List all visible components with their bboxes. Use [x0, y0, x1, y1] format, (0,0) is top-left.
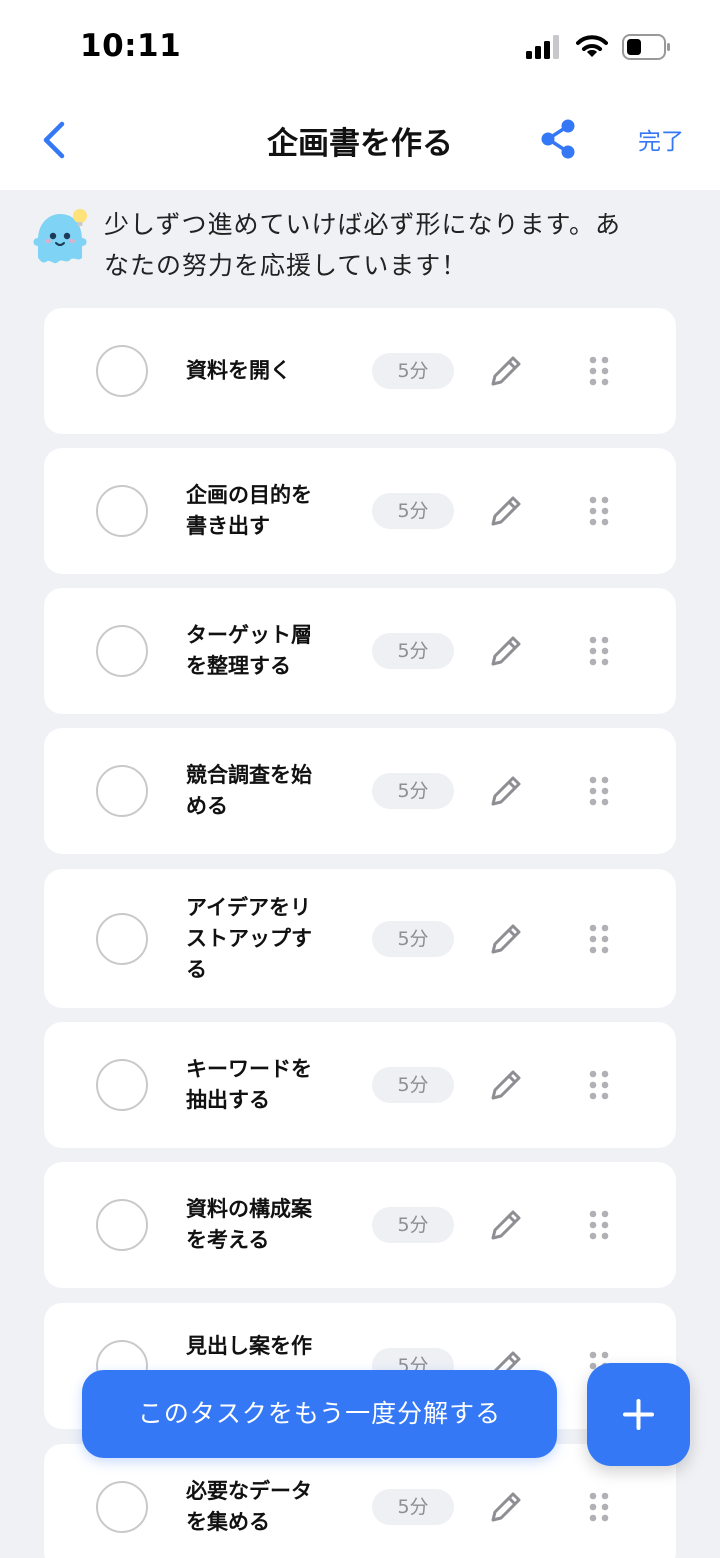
task-card[interactable]: 必要なデータ を集める 5分	[44, 1444, 676, 1558]
task-title-line: を考える	[186, 1228, 270, 1252]
redo-breakdown-button[interactable]: このタスクをもう一度分解する	[82, 1370, 557, 1458]
task-title: ターゲット層 を整理する	[186, 620, 346, 682]
task-title-line: 書き出す	[186, 514, 270, 538]
task-card[interactable]: 資料の構成案 を考える 5分	[44, 1162, 676, 1288]
task-title: 企画の目的を 書き出す	[186, 480, 346, 542]
task-title: 必要なデータ を集める	[186, 1476, 346, 1538]
nav-bar: 企画書を作る 完了	[0, 96, 720, 190]
drag-handle-icon[interactable]	[588, 635, 610, 667]
time-estimate-badge: 5分	[372, 920, 454, 957]
time-estimate-badge: 5分	[372, 493, 454, 529]
encouragement-banner: 少しずつ進めていけば必ず形になります。あ なたの努力を応援しています！	[30, 204, 690, 290]
task-title: 見出し案を作	[186, 1331, 346, 1362]
task-title-line: ストアップす	[186, 926, 312, 950]
add-task-button[interactable]	[587, 1363, 690, 1466]
pencil-icon[interactable]	[488, 633, 524, 669]
pencil-icon[interactable]	[488, 493, 524, 529]
cellular-signal-icon	[526, 35, 559, 59]
pencil-icon[interactable]	[488, 1067, 524, 1103]
task-title: キーワードを 抽出する	[186, 1054, 346, 1116]
time-estimate-badge: 5分	[372, 773, 454, 809]
task-title-line: 必要なデータ	[186, 1479, 312, 1503]
time-estimate-badge: 5分	[372, 1067, 454, 1103]
task-title-line: 見出し案を作	[186, 1334, 312, 1358]
task-checkbox[interactable]	[96, 1481, 148, 1533]
task-checkbox[interactable]	[96, 1199, 148, 1251]
drag-handle-icon[interactable]	[588, 355, 610, 387]
status-bar: 10:11	[0, 0, 720, 96]
task-checkbox[interactable]	[96, 625, 148, 677]
time-estimate-badge: 5分	[372, 353, 454, 389]
task-card[interactable]: アイデアをリ ストアップす る 5分	[44, 869, 676, 1008]
task-title-line: 競合調査を始	[186, 763, 312, 787]
drag-handle-icon[interactable]	[588, 1069, 610, 1101]
drag-handle-icon[interactable]	[588, 1491, 610, 1523]
task-title-line: を集める	[186, 1510, 270, 1534]
drag-handle-icon[interactable]	[588, 775, 610, 807]
drag-handle-icon[interactable]	[588, 495, 610, 527]
status-time: 10:11	[80, 28, 182, 64]
task-title-line: ターゲット層	[186, 623, 312, 647]
task-title-line: る	[186, 957, 207, 981]
encouragement-text: 少しずつ進めていけば必ず形になります。あ なたの努力を応援しています！	[104, 204, 684, 286]
task-title-line: める	[186, 794, 228, 818]
task-title-line: 資料を開く	[186, 358, 291, 383]
task-title-line: を整理する	[186, 654, 291, 678]
battery-icon	[622, 34, 670, 60]
time-estimate-badge: 5分	[372, 633, 454, 669]
task-title-line: アイデアをリ	[186, 895, 311, 919]
share-button[interactable]	[538, 118, 578, 160]
task-title: 資料の構成案 を考える	[186, 1194, 346, 1256]
pencil-icon[interactable]	[488, 353, 524, 389]
task-card[interactable]: 資料を開く 5分	[44, 308, 676, 434]
task-checkbox[interactable]	[96, 345, 148, 397]
task-card[interactable]: 競合調査を始 める 5分	[44, 728, 676, 854]
task-title-line: キーワードを	[186, 1057, 312, 1081]
pencil-icon[interactable]	[488, 1207, 524, 1243]
pencil-icon[interactable]	[488, 1489, 524, 1525]
drag-handle-icon[interactable]	[588, 1209, 610, 1241]
task-title-line: 抽出する	[186, 1088, 270, 1112]
ghost-mascot-icon	[33, 209, 87, 264]
pencil-icon[interactable]	[488, 921, 524, 957]
time-estimate-badge: 5分	[372, 1489, 454, 1525]
share-icon	[541, 119, 575, 159]
time-estimate-badge: 5分	[372, 1207, 454, 1243]
task-checkbox[interactable]	[96, 765, 148, 817]
task-title-line: 企画の目的を	[186, 483, 312, 507]
pencil-icon[interactable]	[488, 773, 524, 809]
plus-icon	[623, 1399, 654, 1430]
encouragement-line-2: なたの努力を応援しています！	[104, 251, 468, 280]
task-title: 競合調査を始 める	[186, 760, 346, 822]
task-title: アイデアをリ ストアップす る	[186, 892, 346, 985]
encouragement-line-1: 少しずつ進めていけば必ず形になります。あ	[104, 210, 622, 239]
status-icons	[526, 34, 672, 60]
task-checkbox[interactable]	[96, 1059, 148, 1111]
task-checkbox[interactable]	[96, 485, 148, 537]
page-title: 企画書を作る	[267, 126, 453, 162]
task-title: 資料を開く	[186, 356, 346, 387]
task-card[interactable]: 企画の目的を 書き出す 5分	[44, 448, 676, 574]
task-card[interactable]: キーワードを 抽出する 5分	[44, 1022, 676, 1148]
task-card[interactable]: ターゲット層 を整理する 5分	[44, 588, 676, 714]
task-checkbox[interactable]	[96, 912, 148, 965]
task-title-line: 資料の構成案	[186, 1197, 312, 1221]
done-button[interactable]: 完了	[638, 122, 684, 156]
wifi-icon	[576, 35, 608, 57]
drag-handle-icon[interactable]	[588, 923, 610, 955]
